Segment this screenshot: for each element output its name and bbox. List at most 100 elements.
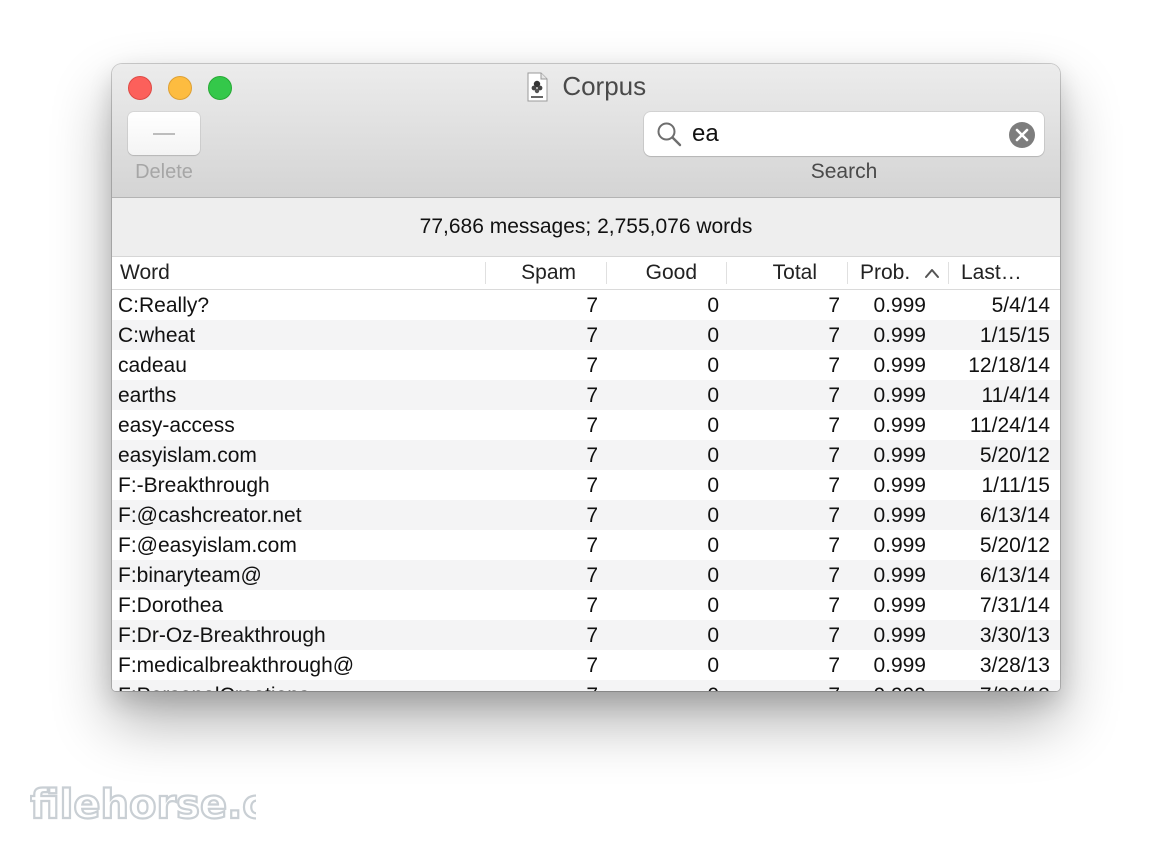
search-field[interactable]: ea bbox=[644, 112, 1044, 156]
cell-total: 7 bbox=[828, 680, 840, 691]
cell-last: 11/4/14 bbox=[981, 384, 1050, 407]
cell-spam: 7 bbox=[586, 534, 598, 557]
cell-prob: 0.999 bbox=[873, 624, 926, 647]
cell-last: 5/20/12 bbox=[979, 534, 1050, 557]
search-label: Search bbox=[810, 160, 878, 183]
table-row[interactable]: F:PersonalCreations 7 0 7 0.999 7/30/13 bbox=[112, 680, 1060, 691]
cell-spam: 7 bbox=[586, 654, 598, 677]
cell-good: 0 bbox=[707, 534, 719, 557]
cell-last: 5/4/14 bbox=[991, 294, 1050, 317]
table-row[interactable]: easyislam.com 7 0 7 0.999 5/20/12 bbox=[112, 440, 1060, 470]
cell-prob: 0.999 bbox=[873, 384, 926, 407]
word-table[interactable]: C:Really? 7 0 7 0.999 5/4/14 C:wheat 7 0 7 0.999 1/… bbox=[112, 290, 1060, 691]
cell-prob: 0.999 bbox=[873, 324, 926, 347]
cell-last: 3/28/13 bbox=[979, 654, 1050, 677]
cell-total: 7 bbox=[828, 384, 840, 407]
cell-spam: 7 bbox=[586, 564, 598, 587]
cell-word: F:@easyislam.com bbox=[118, 534, 297, 557]
cell-last: 7/30/13 bbox=[980, 680, 1050, 691]
table-row[interactable]: F:Dorothea 7 0 7 0.999 7/31/14 bbox=[112, 590, 1060, 620]
cell-word: F:binaryteam@ bbox=[118, 564, 262, 587]
cell-prob: 0.999 bbox=[873, 444, 926, 467]
cell-word: F:PersonalCreations bbox=[118, 680, 309, 691]
table-row[interactable]: F:@cashcreator.net 7 0 7 0.999 6/13/14 bbox=[112, 500, 1060, 530]
cell-total: 7 bbox=[828, 504, 840, 527]
table-row[interactable]: easy-access 7 0 7 0.999 11/24/14 bbox=[112, 410, 1060, 440]
table-header: Word Spam Good Total Prob. Last… bbox=[112, 257, 1060, 290]
cell-total: 7 bbox=[828, 324, 840, 347]
cell-prob: 0.999 bbox=[873, 534, 926, 557]
cell-total: 7 bbox=[828, 654, 840, 677]
column-header-last[interactable]: Last… bbox=[961, 257, 1022, 289]
cell-total: 7 bbox=[828, 444, 840, 467]
cell-spam: 7 bbox=[586, 474, 598, 497]
cell-last: 12/18/14 bbox=[968, 354, 1050, 377]
search-icon bbox=[657, 122, 682, 147]
table-row[interactable]: C:Really? 7 0 7 0.999 5/4/14 bbox=[112, 290, 1060, 320]
cell-spam: 7 bbox=[586, 680, 598, 691]
cell-spam: 7 bbox=[586, 594, 598, 617]
column-header-prob[interactable]: Prob. bbox=[860, 257, 910, 289]
column-header-good[interactable]: Good bbox=[607, 257, 697, 289]
cell-word: C:wheat bbox=[118, 324, 196, 347]
cell-last: 3/30/13 bbox=[979, 624, 1050, 647]
cell-last: 1/11/15 bbox=[981, 474, 1050, 497]
cell-last: 5/20/12 bbox=[979, 444, 1050, 467]
cell-good: 0 bbox=[707, 384, 719, 407]
column-divider[interactable] bbox=[847, 262, 848, 284]
delete-button[interactable] bbox=[128, 112, 200, 155]
column-header-total[interactable]: Total bbox=[727, 257, 817, 289]
cell-good: 0 bbox=[707, 354, 719, 377]
cell-spam: 7 bbox=[586, 354, 598, 377]
table-row[interactable]: F:binaryteam@ 7 0 7 0.999 6/13/14 bbox=[112, 560, 1060, 590]
window-title-text: Corpus bbox=[562, 71, 647, 101]
cell-spam: 7 bbox=[586, 294, 598, 317]
cell-total: 7 bbox=[828, 414, 840, 437]
cell-word: F:Dorothea bbox=[118, 594, 224, 617]
cell-total: 7 bbox=[828, 624, 840, 647]
clear-icon[interactable] bbox=[1008, 121, 1036, 149]
cell-prob: 0.999 bbox=[873, 414, 926, 437]
cell-word: easyislam.com bbox=[118, 444, 257, 467]
cell-total: 7 bbox=[828, 564, 840, 587]
cell-total: 7 bbox=[828, 534, 840, 557]
cell-spam: 7 bbox=[586, 624, 598, 647]
column-divider[interactable] bbox=[948, 262, 949, 284]
chevron-up-icon bbox=[925, 269, 939, 278]
cell-last: 6/13/14 bbox=[979, 504, 1050, 527]
table-row[interactable]: F:@easyislam.com 7 0 7 0.999 5/20/12 bbox=[112, 530, 1060, 560]
corpus-window: Corpus Delete ea Search 77,686 messages;… bbox=[112, 64, 1060, 691]
table-row[interactable]: F:medicalbreakthrough@ 7 0 7 0.999 3/28/13 bbox=[112, 650, 1060, 680]
cell-total: 7 bbox=[828, 354, 840, 377]
cell-last: 11/24/14 bbox=[969, 414, 1050, 437]
cell-prob: 0.999 bbox=[873, 354, 926, 377]
cell-good: 0 bbox=[707, 324, 719, 347]
table-row[interactable]: cadeau 7 0 7 0.999 12/18/14 bbox=[112, 350, 1060, 380]
cell-spam: 7 bbox=[586, 414, 598, 437]
title-toolbar: Corpus Delete ea Search bbox=[112, 64, 1060, 198]
cell-word: earths bbox=[118, 384, 177, 407]
cell-word: F:medicalbreakthrough@ bbox=[118, 654, 355, 677]
corpus-summary: 77,686 messages; 2,755,076 words bbox=[112, 198, 1060, 257]
cell-spam: 7 bbox=[586, 504, 598, 527]
cell-prob: 0.999 bbox=[873, 294, 926, 317]
cell-word: F:@cashcreator.net bbox=[118, 504, 302, 527]
table-row[interactable]: F:-Breakthrough 7 0 7 0.999 1/11/15 bbox=[112, 470, 1060, 500]
cell-last: 6/13/14 bbox=[979, 564, 1050, 587]
cell-good: 0 bbox=[707, 504, 719, 527]
document-icon bbox=[527, 72, 548, 101]
column-header-spam[interactable]: Spam bbox=[486, 257, 576, 289]
cell-prob: 0.999 bbox=[873, 564, 926, 587]
search-input[interactable]: ea bbox=[692, 120, 719, 148]
table-row[interactable]: C:wheat 7 0 7 0.999 1/15/15 bbox=[112, 320, 1060, 350]
cell-word: F:-Breakthrough bbox=[118, 474, 270, 497]
watermark-text: filehorse.com bbox=[30, 782, 256, 828]
window-title: Corpus bbox=[112, 71, 1060, 105]
cell-word: cadeau bbox=[118, 354, 187, 377]
table-row[interactable]: F:Dr-Oz-Breakthrough 7 0 7 0.999 3/30/13 bbox=[112, 620, 1060, 650]
cell-good: 0 bbox=[707, 624, 719, 647]
column-header-word[interactable]: Word bbox=[120, 257, 170, 289]
table-row[interactable]: earths 7 0 7 0.999 11/4/14 bbox=[112, 380, 1060, 410]
cell-word: C:Really? bbox=[118, 294, 210, 317]
cell-word: easy-access bbox=[118, 414, 235, 437]
